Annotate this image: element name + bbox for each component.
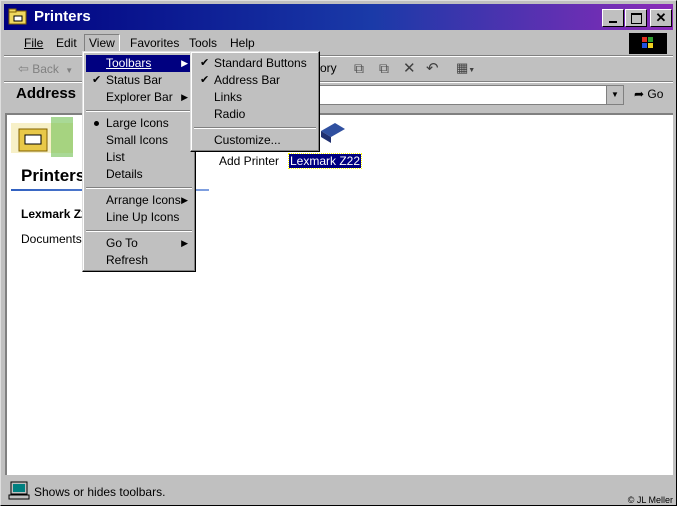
view-menu-small-icons[interactable]: Small Icons [86,132,192,149]
menu-edit-label: Edit [56,36,77,50]
maximize-icon [630,12,642,24]
checkmark-icon: ✔ [200,74,210,86]
status-bar: Shows or hides toolbars. © JL Meller [4,479,673,505]
window-title: Printers [34,8,91,25]
toolbars-radio[interactable]: Radio [194,106,316,123]
printers-folder-icon [11,117,73,157]
folder-title: Printers [21,166,86,185]
toolbars-links-label: Links [214,90,243,104]
copy-to-icon[interactable]: ⧉ [379,60,389,77]
go-label: Go [647,87,664,101]
menu-file[interactable]: File [24,36,43,50]
checkmark-icon: ✔ [200,57,210,69]
view-menu-line-up-icons[interactable]: Line Up Icons [86,209,192,226]
submenu-arrow-icon: ▶ [181,195,188,205]
view-menu-refresh-label: Refresh [106,253,149,267]
view-menu-separator [86,230,192,232]
maximize-button[interactable] [625,9,647,27]
view-menu-large-icons[interactable]: Large Icons [86,115,192,132]
view-menu-line-up-icons-label: Line Up Icons [106,210,180,224]
delete-icon[interactable]: ✕ [403,59,416,77]
menu-help[interactable]: Help [230,36,255,50]
toolbars-address-bar-label: Address Bar [214,73,281,87]
view-menu-go-to[interactable]: Go To ▶ [86,235,192,252]
radio-bullet-icon [94,121,99,126]
menu-tools[interactable]: Tools [189,36,217,50]
address-input[interactable]: ▼ [304,85,624,105]
menu-view-label: View [89,36,115,50]
menu-favorites[interactable]: Favorites [130,36,179,50]
title-bar[interactable]: Printers ✕ [4,4,673,30]
minimize-button[interactable] [602,9,624,27]
toolbars-standard-buttons-label: Standard Buttons [214,56,307,70]
view-menu-details-label: Details [106,167,143,181]
history-button[interactable]: ory [320,61,337,75]
go-button[interactable]: ➦ Go [634,87,663,101]
back-button[interactable]: ⇦ Back ▼ [18,61,73,77]
view-menu-separator [86,110,192,112]
go-arrow-icon: ➦ [634,87,645,101]
view-menu-arrange-icons-label: Arrange Icons [106,193,181,207]
back-dropdown-icon: ▼ [65,66,74,75]
view-menu-status-bar[interactable]: ✔ Status Bar [86,72,192,89]
view-menu-arrange-icons[interactable]: Arrange Icons ▶ [86,192,192,209]
toolbars-menu-separator [194,127,316,129]
view-menu-small-icons-label: Small Icons [106,133,169,147]
view-menu-list-label: List [106,150,125,164]
toolbars-address-bar[interactable]: ✔ Address Bar [194,72,316,89]
selected-item-name: Lexmark Z2 [21,207,88,221]
view-menu-toolbars-label: Toolbars [106,56,152,70]
view-menu: Toolbars ▶ ✔ Status Bar Explorer Bar ▶ Larg… [82,51,196,272]
menu-edit[interactable]: Edit [56,36,77,50]
folder-printer-icon [8,8,27,25]
views-icon[interactable]: ▦▼ [456,60,475,76]
toolbars-links[interactable]: Links [194,89,316,106]
windows-logo [629,33,667,54]
back-label: Back [32,62,59,76]
close-button[interactable]: ✕ [650,9,672,27]
menu-help-label: Help [230,36,255,50]
minimize-icon [609,21,617,23]
view-menu-explorer-bar[interactable]: Explorer Bar ▶ [86,89,192,106]
status-text: Shows or hides toolbars. [34,485,166,499]
submenu-arrow-icon: ▶ [181,58,188,68]
windows-flag-icon [642,37,653,48]
close-icon: ✕ [655,10,667,25]
add-printer-item[interactable]: Add Printer [219,154,279,168]
view-menu-refresh[interactable]: Refresh [86,252,192,269]
toolbars-standard-buttons[interactable]: ✔ Standard Buttons [194,55,316,72]
view-menu-details[interactable]: Details [86,166,192,183]
view-menu-separator [86,187,192,189]
toolbars-radio-label: Radio [214,107,246,121]
toolbars-submenu: ✔ Standard Buttons ✔ Address Bar Links Rad… [190,51,320,152]
view-menu-status-bar-label: Status Bar [106,73,163,87]
move-to-icon[interactable]: ⧉ [354,60,364,77]
history-label: ory [320,61,337,75]
submenu-arrow-icon: ▶ [181,238,188,248]
checkmark-icon: ✔ [92,74,102,86]
watermark: © JL Meller [627,495,673,505]
toolbars-customize[interactable]: Customize... [194,132,316,149]
menu-file-label: File [24,36,44,50]
status-computer-icon [8,481,30,500]
back-arrow-icon: ⇦ [18,61,29,76]
view-menu-large-icons-label: Large Icons [106,116,169,130]
view-menu-list[interactable]: List [86,149,192,166]
address-label: Address [16,85,77,102]
menu-view[interactable]: View [84,34,120,52]
lexmark-z22-item[interactable]: Lexmark Z22 [287,153,363,169]
view-menu-go-to-label: Go To [106,236,138,250]
undo-icon[interactable]: ↶ [426,59,439,77]
lexmark-printer-icon[interactable] [317,117,347,147]
menu-favorites-label: Favorites [130,36,180,50]
view-menu-explorer-bar-label: Explorer Bar [106,90,173,104]
toolbars-customize-label: Customize... [214,133,281,147]
submenu-arrow-icon: ▶ [181,92,188,102]
address-dropdown-button[interactable]: ▼ [606,86,623,104]
view-menu-toolbars[interactable]: Toolbars ▶ [86,55,192,72]
menu-tools-label: Tools [189,36,218,50]
